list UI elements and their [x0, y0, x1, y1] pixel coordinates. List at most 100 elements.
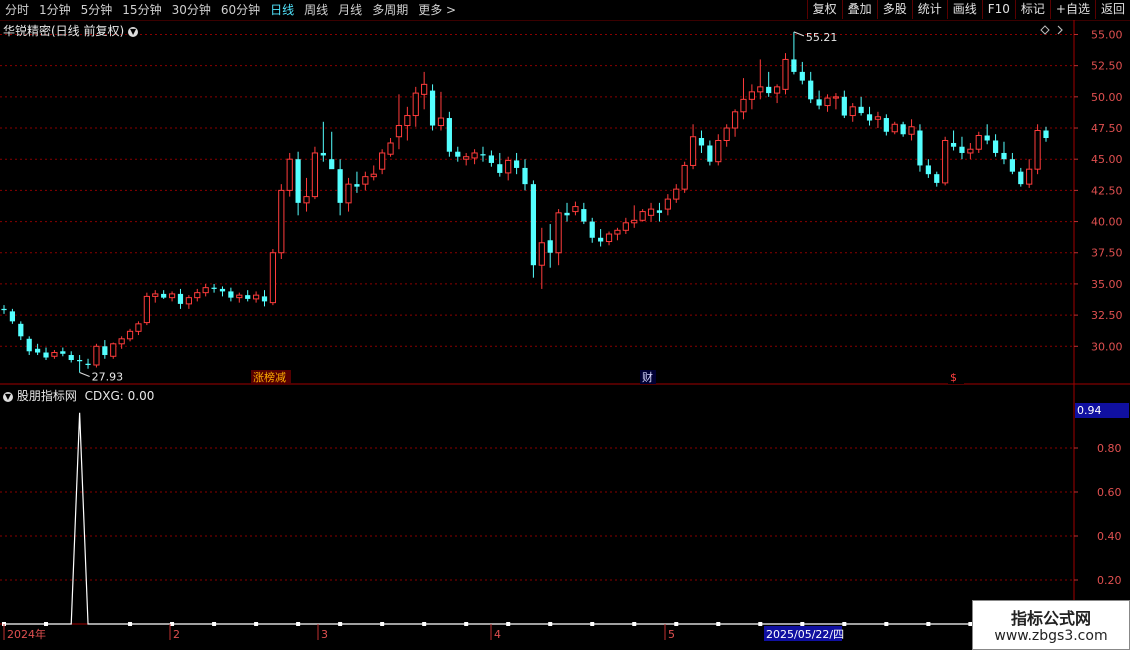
indicator-point: [212, 622, 217, 626]
period-tab-9[interactable]: 多周期: [367, 0, 413, 20]
candle-body: [748, 91, 755, 100]
candle-body: [471, 152, 478, 159]
date-axis-label: 5: [668, 628, 675, 641]
indicator-point: [548, 622, 553, 626]
candle-body: [639, 211, 646, 221]
candle-body: [858, 106, 864, 114]
candle-body: [286, 158, 293, 191]
indicator-point: [44, 622, 49, 626]
indicator-point: [380, 622, 385, 626]
candle-body: [211, 287, 217, 289]
candle-body: [102, 346, 108, 356]
candle-body: [245, 295, 251, 299]
toolbar-button-1[interactable]: 叠加: [841, 0, 877, 19]
candle-body: [925, 165, 931, 175]
candle-body: [816, 99, 822, 106]
candle-body: [370, 173, 377, 178]
candle-body: [773, 86, 781, 94]
candle-body: [161, 293, 167, 298]
candle-body: [757, 86, 764, 93]
candle-body: [118, 338, 125, 345]
candle-body: [530, 184, 537, 266]
candle-body: [689, 136, 697, 166]
date-axis-label: 4: [494, 628, 501, 641]
toolbar-button-0[interactable]: 复权: [806, 0, 842, 19]
price-axis-label: 55.00: [1091, 28, 1123, 41]
candle-body: [219, 288, 226, 292]
indicator-current-value: 0.94: [1077, 404, 1102, 417]
chevron-down-icon[interactable]: ▼: [128, 26, 139, 37]
candle-body: [647, 208, 655, 216]
candle-body: [723, 127, 730, 141]
toolbar-button-7[interactable]: +自选: [1049, 0, 1095, 19]
toolbar-button-2[interactable]: 多股: [876, 0, 912, 19]
indicator-point: [716, 622, 721, 626]
period-tab-3[interactable]: 15分钟: [117, 0, 166, 20]
watermark: 指标公式网 www.zbgs3.com: [972, 600, 1130, 650]
candle-body: [681, 164, 688, 190]
candle-body: [1001, 152, 1007, 160]
candle-body: [60, 351, 66, 354]
indicator-point: [506, 622, 511, 626]
kline-chart-area[interactable]: 55.00 52.50 50.00 47.50 45.00 42.50 40.00 37.50…: [0, 20, 1130, 650]
candle-body: [9, 311, 16, 322]
indicator-title: ▼ 股朋指标网 CDXG: 0.00: [3, 387, 154, 404]
high-price-pointer: [793, 31, 805, 37]
candle-body: [455, 151, 461, 157]
period-tab-5[interactable]: 60分钟: [216, 0, 265, 20]
candle-body: [252, 294, 260, 300]
toolbar-button-4[interactable]: 画线: [946, 0, 982, 19]
candle-body: [43, 352, 49, 358]
indicator-point: [422, 622, 427, 626]
indicator-point: [590, 622, 595, 626]
candle-body: [547, 240, 553, 253]
watermark-title: 指标公式网: [1010, 609, 1091, 628]
candle-body: [126, 330, 134, 340]
indicator-point: [464, 622, 469, 626]
candle-body: [202, 287, 209, 294]
indicator-point: [338, 622, 343, 626]
toolbar-button-8[interactable]: 返回: [1094, 0, 1130, 19]
period-tab-0[interactable]: 分时: [0, 0, 34, 20]
period-tab-4[interactable]: 30分钟: [167, 0, 216, 20]
candle-body: [808, 80, 814, 100]
candle-body: [269, 252, 277, 304]
period-tab-1[interactable]: 1分钟: [34, 0, 76, 20]
low-price-pointer: [79, 372, 90, 377]
toolbar-button-5[interactable]: F10: [981, 0, 1015, 19]
indicator-name: 股朋指标网: [16, 389, 77, 403]
candle-body: [934, 174, 940, 183]
candle-body: [698, 137, 705, 146]
candle-body: [900, 124, 906, 135]
candle-body: [766, 86, 772, 94]
toolbar-button-6[interactable]: 标记: [1014, 0, 1050, 19]
candle-body: [18, 323, 24, 337]
period-tab-6[interactable]: 日线: [265, 0, 299, 20]
candle-body: [656, 210, 663, 213]
indicator-axis-label: 0.80: [1097, 442, 1122, 455]
candle-body: [950, 142, 957, 147]
indicator-value-label: CDXG: 0.00: [84, 389, 155, 403]
candle-body: [303, 196, 310, 204]
candle-body: [387, 142, 394, 155]
indicator-point: [800, 622, 805, 626]
period-tab-2[interactable]: 5分钟: [76, 0, 118, 20]
date-axis-label: 2024年: [7, 627, 46, 641]
toolbar-button-3[interactable]: 统计: [911, 0, 947, 19]
indicator-point: [170, 622, 175, 626]
period-tab-8[interactable]: 月线: [333, 0, 367, 20]
candle-body: [329, 159, 335, 170]
candle-body: [841, 96, 847, 116]
period-tab-10[interactable]: 更多 >: [413, 0, 461, 20]
candle-body: [228, 291, 234, 298]
candle-body: [311, 152, 319, 198]
period-tab-7[interactable]: 周线: [299, 0, 333, 20]
candle-body: [295, 159, 301, 203]
candle-body: [799, 71, 805, 81]
candle-body: [1018, 171, 1024, 185]
candle-body: [345, 183, 352, 204]
price-axis-label: 30.00: [1091, 340, 1123, 353]
candle-body: [555, 212, 562, 254]
candle-body: [261, 296, 268, 302]
chevron-down-icon[interactable]: ▼: [3, 391, 13, 402]
